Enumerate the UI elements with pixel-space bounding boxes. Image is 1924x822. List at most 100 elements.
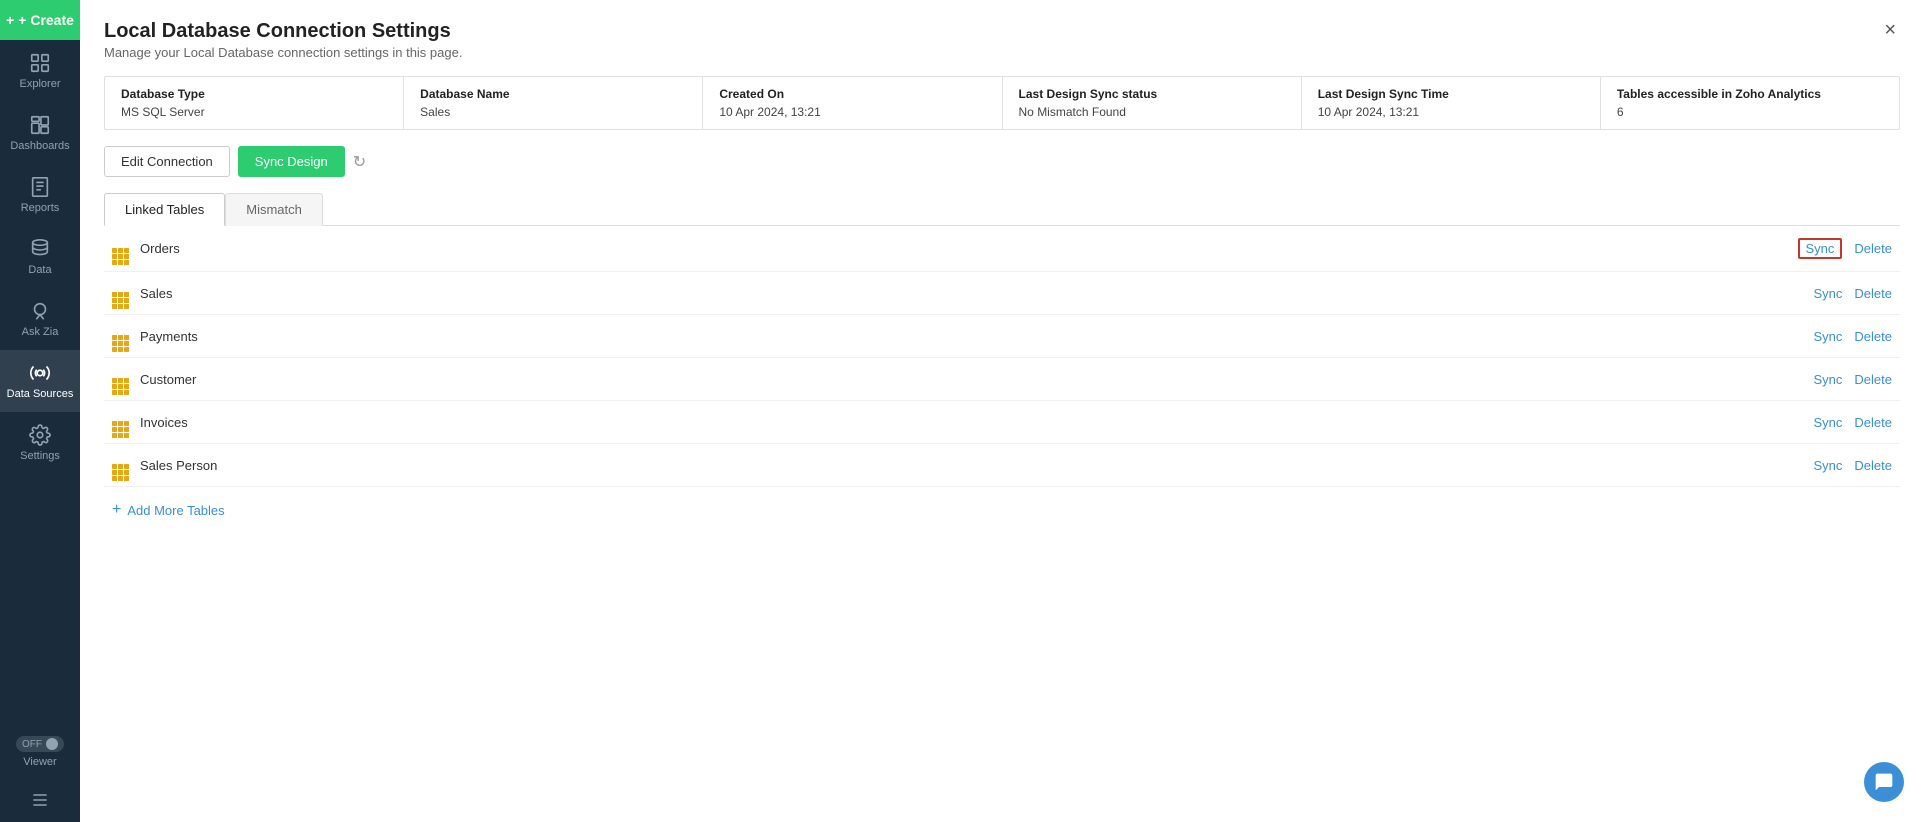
delete-link-payments[interactable]: Delete — [1854, 329, 1892, 344]
tabs-container: Linked Tables Mismatch — [104, 193, 1900, 226]
collapse-icon — [30, 790, 50, 810]
info-cell-db-type: Database Type MS SQL Server — [105, 77, 404, 129]
delete-link-salesperson[interactable]: Delete — [1854, 458, 1892, 473]
explorer-label: Explorer — [20, 78, 61, 90]
table-grid-icon — [112, 413, 130, 431]
tab-linked-tables[interactable]: Linked Tables — [104, 193, 225, 226]
db-name-label: Database Name — [420, 87, 686, 101]
tab-mismatch[interactable]: Mismatch — [225, 193, 323, 226]
table-row: Sales Sync Delete — [104, 272, 1900, 315]
table-row: Invoices Sync Delete — [104, 401, 1900, 444]
data-sources-icon — [29, 362, 51, 384]
sidebar-item-data-sources[interactable]: Data Sources — [0, 350, 80, 412]
dashboards-label: Dashboards — [10, 140, 69, 152]
table-row-actions: Sync Delete — [1814, 329, 1892, 344]
table-grid-icon — [112, 240, 130, 258]
toggle-dot — [46, 738, 58, 750]
ask-zia-icon — [29, 300, 51, 322]
db-type-label: Database Type — [121, 87, 387, 101]
table-name: Payments — [140, 329, 1804, 344]
linked-tables-list: Orders Sync Delete Sales Sync Delete Pay… — [80, 226, 1924, 822]
sync-link-salesperson[interactable]: Sync — [1814, 458, 1843, 473]
table-name: Customer — [140, 372, 1804, 387]
table-grid-icon — [112, 370, 130, 388]
viewer-section: OFF Viewer — [0, 726, 80, 778]
db-name-value: Sales — [420, 105, 686, 119]
create-label: + Create — [18, 12, 74, 28]
table-grid-icon — [112, 327, 130, 345]
page-header: Local Database Connection Settings Manag… — [80, 0, 1924, 76]
table-row-actions: Sync Delete — [1814, 415, 1892, 430]
add-plus-icon: + — [112, 501, 121, 519]
close-button[interactable]: × — [1880, 20, 1900, 40]
sidebar-item-data[interactable]: Data — [0, 226, 80, 288]
refresh-icon[interactable]: ↻ — [353, 152, 366, 172]
add-more-label: Add More Tables — [127, 503, 224, 518]
connection-info-table: Database Type MS SQL Server Database Nam… — [104, 76, 1900, 130]
delete-link-orders[interactable]: Delete — [1854, 241, 1892, 256]
sync-time-label: Last Design Sync Time — [1318, 87, 1584, 101]
reports-label: Reports — [21, 202, 60, 214]
sync-link-invoices[interactable]: Sync — [1814, 415, 1843, 430]
settings-label: Settings — [20, 450, 60, 462]
create-button[interactable]: + + Create — [0, 0, 80, 40]
table-row: Customer Sync Delete — [104, 358, 1900, 401]
explorer-icon — [29, 52, 51, 74]
tab-linked-tables-label: Linked Tables — [125, 202, 204, 217]
add-more-tables-row[interactable]: + Add More Tables — [104, 487, 1900, 533]
sidebar-item-ask-zia[interactable]: Ask Zia — [0, 288, 80, 350]
chat-support-button[interactable] — [1864, 762, 1904, 802]
sidebar-item-settings[interactable]: Settings — [0, 412, 80, 474]
sidebar-item-explorer[interactable]: Explorer — [0, 40, 80, 102]
table-grid-icon — [112, 284, 130, 302]
sync-link-sales[interactable]: Sync — [1814, 286, 1843, 301]
sync-time-value: 10 Apr 2024, 13:21 — [1318, 105, 1584, 119]
sync-link-customer[interactable]: Sync — [1814, 372, 1843, 387]
collapse-button[interactable] — [0, 778, 80, 822]
sidebar-item-reports[interactable]: Reports — [0, 164, 80, 226]
table-name: Sales — [140, 286, 1804, 301]
table-row-actions: Sync Delete — [1814, 372, 1892, 387]
page-title: Local Database Connection Settings — [104, 20, 462, 43]
table-name: Sales Person — [140, 458, 1804, 473]
table-name: Invoices — [140, 415, 1804, 430]
toggle-off-label: OFF — [22, 739, 42, 750]
table-row: Sales Person Sync Delete — [104, 444, 1900, 487]
db-type-value: MS SQL Server — [121, 105, 387, 119]
data-icon — [29, 238, 51, 260]
info-cell-created-on: Created On 10 Apr 2024, 13:21 — [703, 77, 1002, 129]
sidebar-bottom: OFF Viewer — [0, 726, 80, 822]
info-cell-tables-count: Tables accessible in Zoho Analytics 6 — [1601, 77, 1899, 129]
delete-link-customer[interactable]: Delete — [1854, 372, 1892, 387]
sync-status-value: No Mismatch Found — [1019, 105, 1285, 119]
sync-status-label: Last Design Sync status — [1019, 87, 1285, 101]
dashboards-icon — [29, 114, 51, 136]
table-row: Orders Sync Delete — [104, 226, 1900, 272]
plus-icon: + — [6, 12, 14, 28]
reports-icon — [29, 176, 51, 198]
viewer-toggle[interactable]: OFF — [16, 736, 64, 752]
ask-zia-label: Ask Zia — [22, 326, 59, 338]
viewer-label: Viewer — [23, 756, 56, 768]
page-subtitle: Manage your Local Database connection se… — [104, 45, 462, 60]
sync-link-payments[interactable]: Sync — [1814, 329, 1843, 344]
tables-count-value: 6 — [1617, 105, 1883, 119]
table-name: Orders — [140, 241, 1788, 256]
info-cell-db-name: Database Name Sales — [404, 77, 703, 129]
sync-design-button[interactable]: Sync Design — [238, 146, 345, 177]
sync-link-orders[interactable]: Sync — [1798, 238, 1843, 259]
main-content: Local Database Connection Settings Manag… — [80, 0, 1924, 822]
delete-link-invoices[interactable]: Delete — [1854, 415, 1892, 430]
table-grid-icon — [112, 456, 130, 474]
delete-link-sales[interactable]: Delete — [1854, 286, 1892, 301]
edit-connection-button[interactable]: Edit Connection — [104, 146, 230, 177]
header-text: Local Database Connection Settings Manag… — [104, 20, 462, 60]
sidebar: + + Create Explorer Dashboards Reports D… — [0, 0, 80, 822]
sidebar-item-dashboards[interactable]: Dashboards — [0, 102, 80, 164]
created-on-label: Created On — [719, 87, 985, 101]
info-cell-sync-status: Last Design Sync status No Mismatch Foun… — [1003, 77, 1302, 129]
settings-icon — [29, 424, 51, 446]
action-buttons: Edit Connection Sync Design ↻ — [80, 146, 1924, 193]
tab-mismatch-label: Mismatch — [246, 202, 302, 217]
info-cell-sync-time: Last Design Sync Time 10 Apr 2024, 13:21 — [1302, 77, 1601, 129]
